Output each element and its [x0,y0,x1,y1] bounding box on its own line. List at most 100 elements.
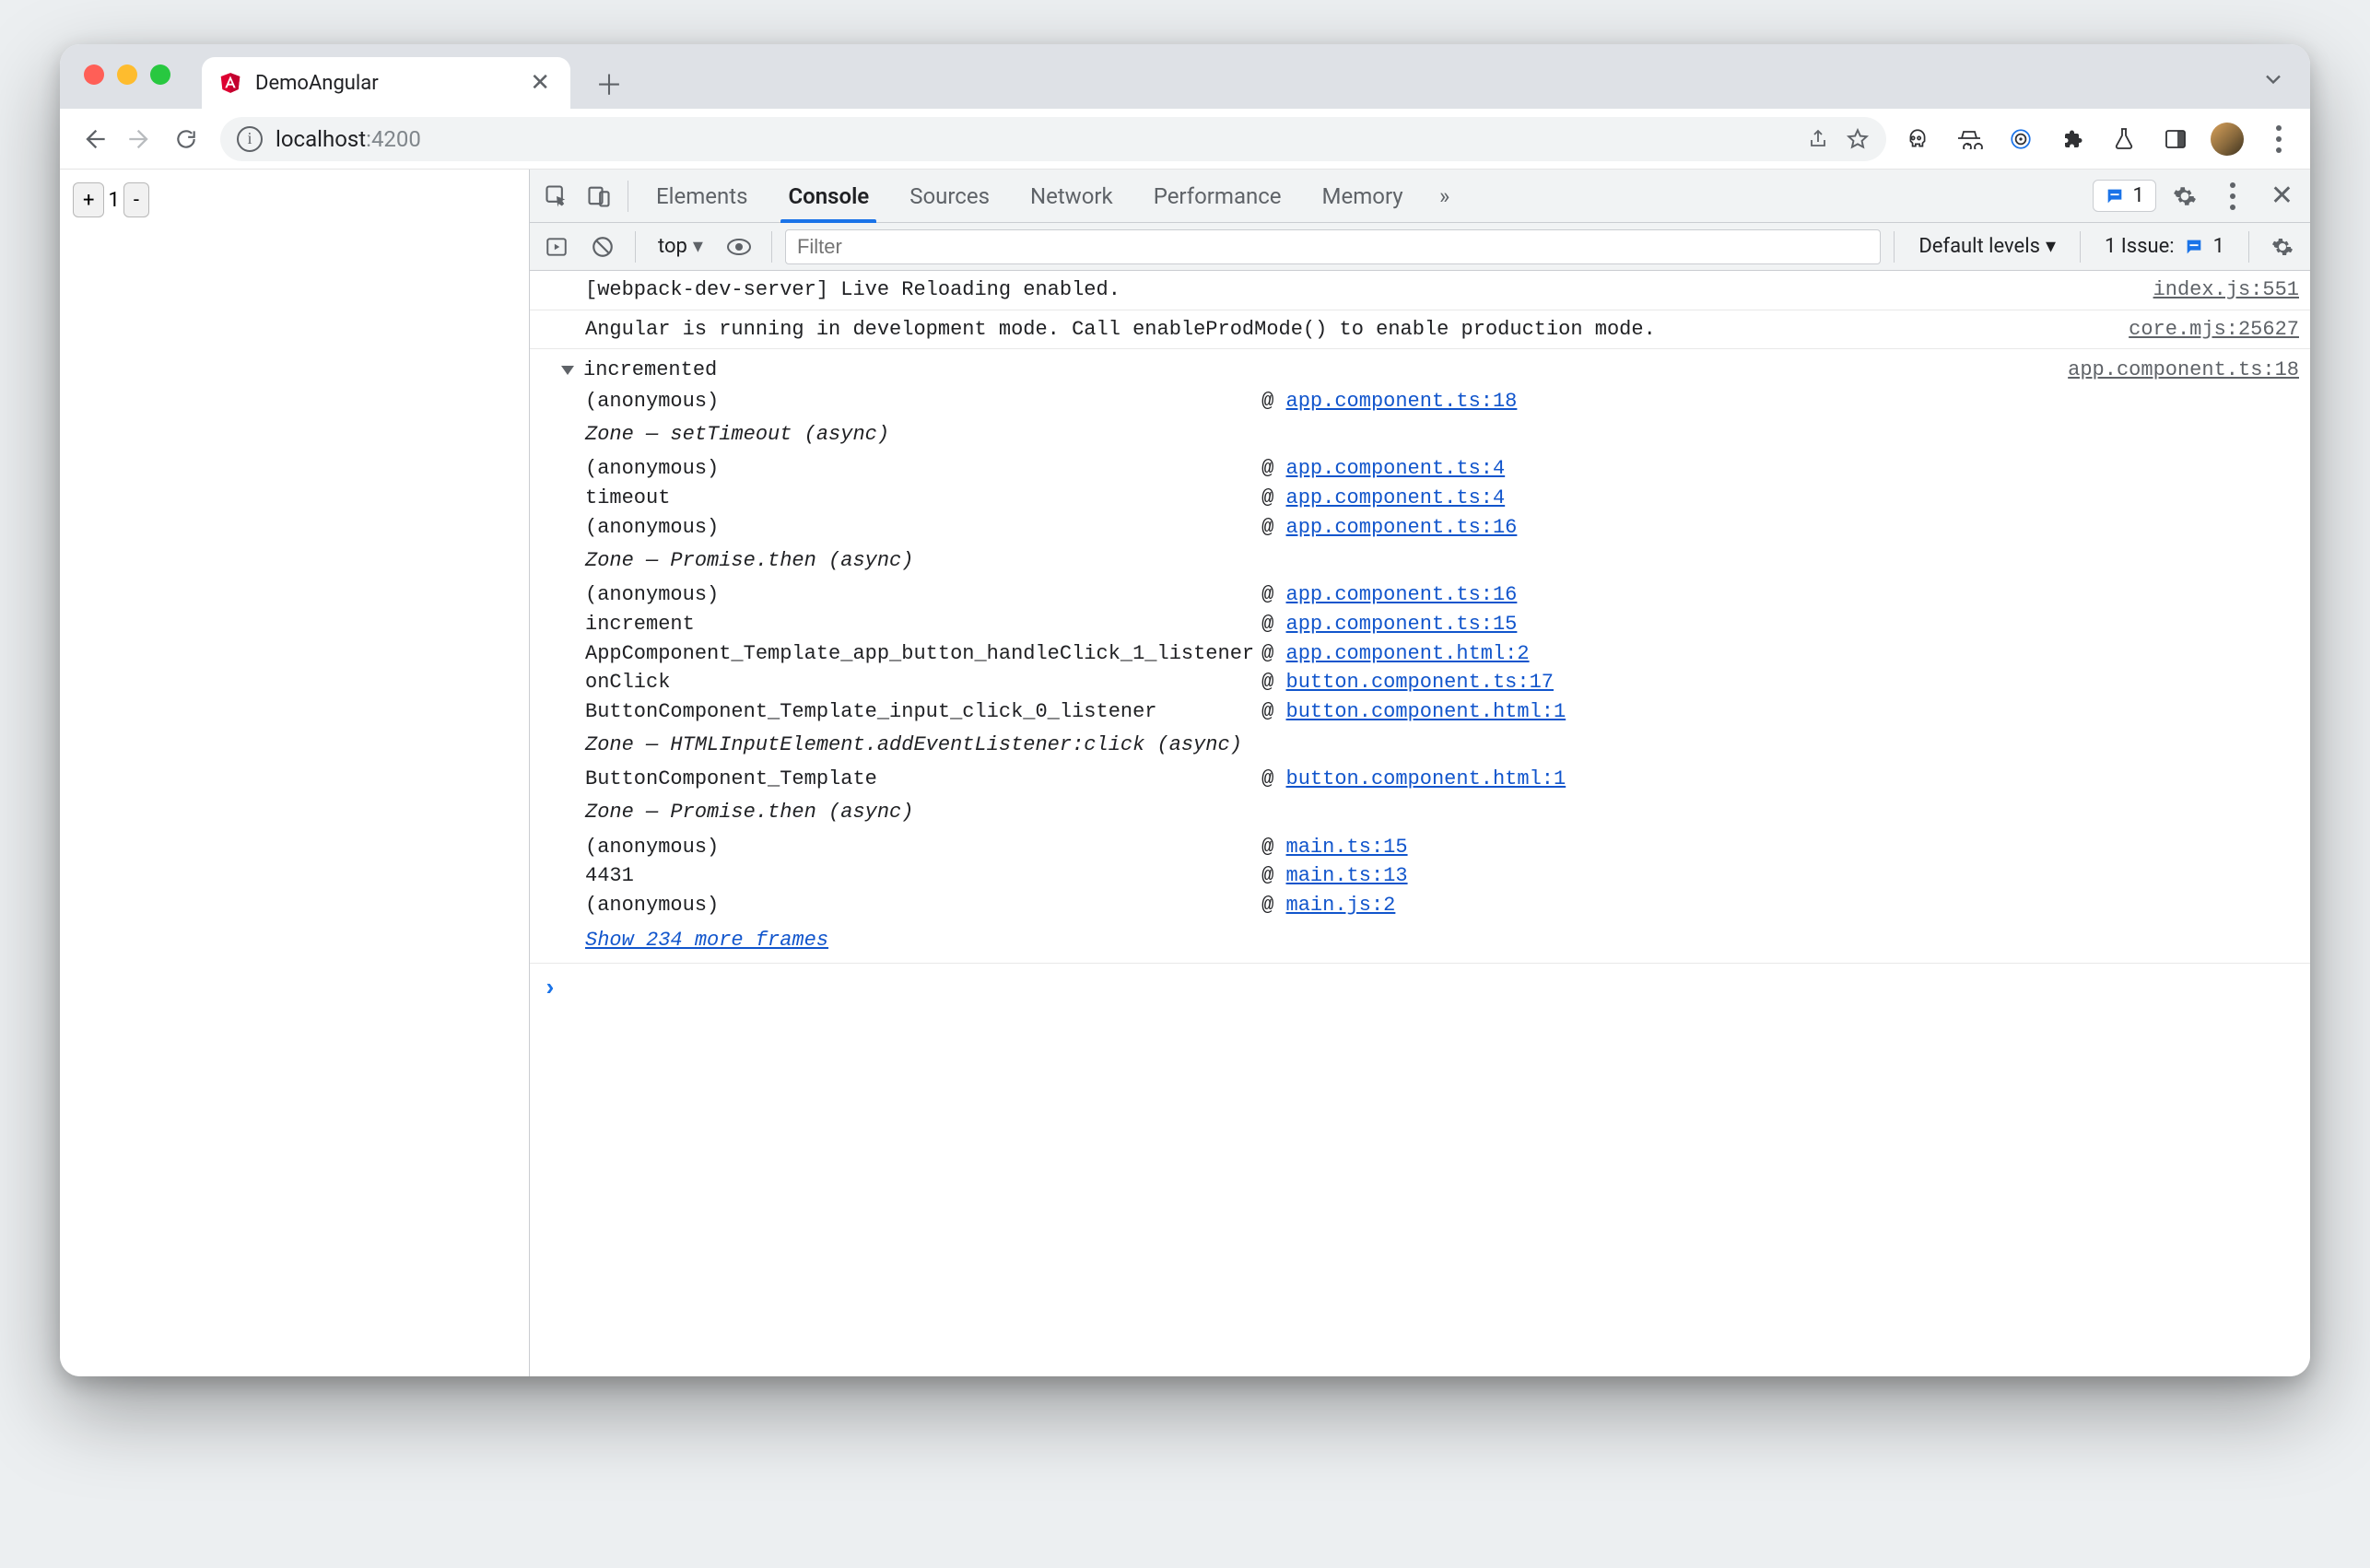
console-messages: [webpack-dev-server] Live Reloading enab… [530,271,2310,1376]
execution-context-selector[interactable]: top ▾ [649,235,712,258]
stack-frame-link[interactable]: button.component.ts:17 [1286,671,1554,694]
more-tabs-icon[interactable]: » [1426,177,1464,216]
tab-title: DemoAngular [255,72,379,95]
tab-performance[interactable]: Performance [1135,170,1300,222]
zone-separator: Zone — HTMLInputElement.addEventListener… [585,728,1566,765]
window-minimize-icon[interactable] [117,64,137,85]
devtools-settings-icon[interactable] [2165,177,2204,216]
chrome-menu-icon[interactable] [2260,121,2297,158]
issues-chip[interactable]: 1 Issue: 1 [2094,235,2235,258]
share-icon[interactable] [1807,128,1829,150]
message-source-link[interactable]: index.js:551 [2153,276,2299,304]
extension-skull-icon[interactable] [1899,121,1936,158]
stack-frame-function: (anonymous) [585,455,1254,483]
stack-frame-link[interactable]: main.js:2 [1286,894,1396,917]
live-expression-icon[interactable] [720,228,758,266]
extension-target-icon[interactable] [2002,121,2039,158]
stack-frame-location: @ main.ts:13 [1261,862,1566,890]
stack-frame-link[interactable]: app.component.ts:16 [1286,516,1518,539]
nav-forward-button[interactable] [119,118,161,160]
url-port: :4200 [366,126,421,152]
tab-network[interactable]: Network [1012,170,1132,222]
stack-frame-location: @ app.component.ts:16 [1261,581,1566,609]
stack-frame-link[interactable]: app.component.ts:15 [1286,613,1518,636]
stack-frame-function: (anonymous) [585,892,1254,919]
show-more-frames-link[interactable]: Show 234 more frames [585,921,1566,954]
message-source-link[interactable]: core.mjs:25627 [2129,316,2299,344]
profile-avatar[interactable] [2209,121,2246,158]
device-toolbar-icon[interactable] [580,177,618,216]
url-text: localhost:4200 [276,126,421,152]
url-bar[interactable]: i localhost:4200 [220,117,1886,161]
message-icon [2184,237,2204,257]
stack-frame-location: @ app.component.ts:18 [1261,388,1566,415]
nav-reload-button[interactable] [165,118,207,160]
tab-demoangular[interactable]: DemoAngular ✕ [202,57,570,109]
extension-flask-icon[interactable] [2106,121,2142,158]
window-close-icon[interactable] [84,64,104,85]
log-levels-selector[interactable]: Default levels ▾ [1907,235,2067,258]
log-levels-label: Default levels [1918,235,2040,258]
stack-frame-link[interactable]: main.ts:15 [1286,836,1408,859]
chevron-down-icon: ▾ [2046,235,2056,258]
trace-header-source-link[interactable]: app.component.ts:18 [2068,357,2299,384]
stack-frames: (anonymous) @ app.component.ts:18Zone — s… [561,388,2299,954]
window-maximize-icon[interactable] [150,64,170,85]
stack-frame-location: @ button.component.html:1 [1261,698,1566,726]
browser-window: DemoAngular ✕ ＋ i localhost:4200 [60,44,2310,1376]
inspect-element-icon[interactable] [537,177,576,216]
clear-console-icon[interactable] [583,228,622,266]
message-text: [webpack-dev-server] Live Reloading enab… [585,276,2131,304]
stack-frame-link[interactable]: app.component.html:2 [1286,642,1530,665]
stack-frame-location: @ app.component.ts:4 [1261,455,1566,483]
stack-frame-link[interactable]: app.component.ts:16 [1286,583,1518,606]
new-tab-button[interactable]: ＋ [589,63,629,103]
stack-frame-location: @ button.component.html:1 [1261,766,1566,793]
separator [635,231,636,263]
errors-count: 1 [2132,184,2143,207]
separator [1894,231,1895,263]
stack-frame-function: ButtonComponent_Template_input_click_0_l… [585,698,1254,726]
tab-elements[interactable]: Elements [638,170,766,222]
tabs-overflow-icon[interactable] [2251,63,2295,96]
stack-frame-link[interactable]: app.component.ts:4 [1286,486,1506,509]
stack-frame-function: ButtonComponent_Template [585,766,1254,793]
console-filter-input[interactable] [785,229,1881,264]
stack-frame-link[interactable]: app.component.ts:4 [1286,457,1506,480]
errors-chip[interactable]: 1 [2093,180,2155,212]
tab-close-icon[interactable]: ✕ [526,67,554,99]
stack-frame-link[interactable]: app.component.ts:18 [1286,390,1518,413]
tab-memory[interactable]: Memory [1304,170,1422,222]
extensions-puzzle-icon[interactable] [2054,121,2091,158]
side-panel-icon[interactable] [2157,121,2194,158]
stack-frame-location: @ button.component.ts:17 [1261,669,1566,696]
site-info-icon[interactable]: i [237,126,263,152]
console-sidebar-toggle-icon[interactable] [537,228,576,266]
zone-separator: Zone — setTimeout (async) [585,417,1566,454]
stack-frame-location: @ app.component.html:2 [1261,640,1566,668]
trace-header[interactable]: incremented app.component.ts:18 [561,353,2299,388]
stack-frame-function: (anonymous) [585,834,1254,861]
tab-sources[interactable]: Sources [891,170,1008,222]
counter-value: 1 [104,189,123,212]
separator [2248,231,2249,263]
decrement-button[interactable]: - [123,182,149,217]
bookmark-star-icon[interactable] [1846,127,1870,151]
angular-favicon-icon [218,71,242,95]
extension-incognito-icon[interactable] [1951,121,1988,158]
tab-console[interactable]: Console [769,170,887,222]
stack-frame-link[interactable]: main.ts:13 [1286,864,1408,887]
console-settings-icon[interactable] [2262,236,2303,258]
stack-frame-link[interactable]: button.component.html:1 [1286,767,1566,790]
content-split: + 1 - Elements Console Sources Network [60,170,2310,1376]
nav-back-button[interactable] [73,118,115,160]
console-prompt[interactable]: › [530,964,2310,1014]
devtools-tabbar: Elements Console Sources Network Perform… [530,170,2310,223]
browser-action-icons [1899,121,2297,158]
stack-frame-function: increment [585,611,1254,638]
devtools-menu-icon[interactable] [2213,177,2252,216]
stack-frame-link[interactable]: button.component.html:1 [1286,700,1566,723]
devtools-panel: Elements Console Sources Network Perform… [530,170,2310,1376]
devtools-close-icon[interactable]: ✕ [2261,180,2303,212]
increment-button[interactable]: + [73,182,104,217]
